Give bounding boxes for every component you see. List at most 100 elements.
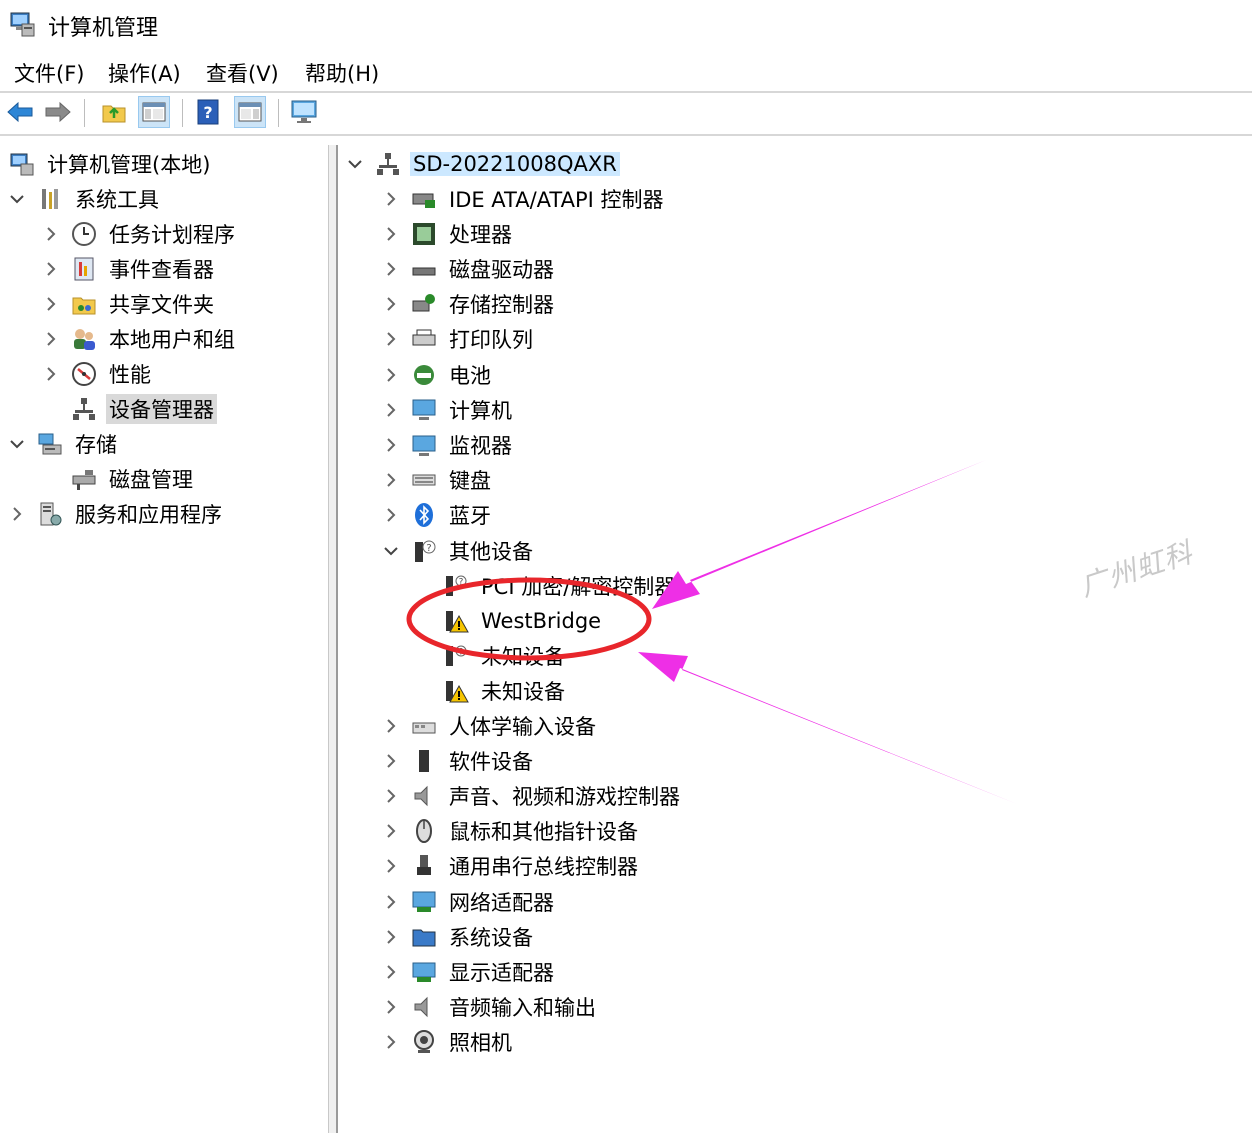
tree-item-task-scheduler[interactable]: 任务计划程序 bbox=[42, 218, 238, 250]
users-icon bbox=[70, 325, 98, 353]
chevron-right-icon[interactable] bbox=[42, 330, 60, 348]
device-category[interactable]: 人体学输入设备 bbox=[382, 710, 599, 742]
device-category[interactable]: 处理器 bbox=[382, 218, 515, 250]
device-category[interactable]: 软件设备 bbox=[382, 745, 536, 777]
forward-arrow-icon[interactable] bbox=[42, 96, 74, 128]
chevron-right-icon[interactable] bbox=[382, 330, 400, 348]
device-category-other[interactable]: ? 其他设备 bbox=[382, 535, 536, 567]
chevron-right-icon[interactable] bbox=[382, 752, 400, 770]
console-tree: 计算机管理(本地) 系统工具 任务计划程序 事件查看器 共享文件夹 本地用户和组… bbox=[0, 145, 328, 1133]
other-device-item[interactable]: ? 未知设备 bbox=[442, 640, 568, 672]
device-category[interactable]: 声音、视频和游戏控制器 bbox=[382, 780, 683, 812]
chevron-right-icon[interactable] bbox=[382, 893, 400, 911]
processor-icon bbox=[410, 220, 438, 248]
tree-item-device-manager[interactable]: 设备管理器 bbox=[70, 393, 217, 425]
chevron-right-icon[interactable] bbox=[382, 225, 400, 243]
chevron-right-icon[interactable] bbox=[42, 365, 60, 383]
device-tree-root[interactable]: SD-20221008QAXR bbox=[346, 148, 620, 180]
menu-action[interactable]: 操作(A) bbox=[108, 58, 181, 88]
other-device-item[interactable]: 未知设备 bbox=[442, 675, 568, 707]
chevron-right-icon[interactable] bbox=[382, 190, 400, 208]
chevron-down-icon[interactable] bbox=[382, 542, 400, 560]
device-category[interactable]: 系统设备 bbox=[382, 921, 536, 953]
tree-item-storage[interactable]: 存储 bbox=[8, 428, 120, 460]
other-device-item[interactable]: WestBridge bbox=[442, 605, 604, 637]
chevron-down-icon[interactable] bbox=[346, 155, 364, 173]
device-category[interactable]: 键盘 bbox=[382, 464, 494, 496]
tree-item-services-apps[interactable]: 服务和应用程序 bbox=[8, 498, 225, 530]
tree-item-performance[interactable]: 性能 bbox=[42, 358, 154, 390]
menu-help[interactable]: 帮助(H) bbox=[305, 58, 379, 88]
chevron-right-icon[interactable] bbox=[382, 928, 400, 946]
chevron-right-icon[interactable] bbox=[42, 260, 60, 278]
back-arrow-icon[interactable] bbox=[4, 96, 36, 128]
chevron-down-icon[interactable] bbox=[8, 190, 26, 208]
tree-item-disk-management[interactable]: 磁盘管理 bbox=[70, 463, 196, 495]
device-category[interactable]: 计算机 bbox=[382, 394, 515, 426]
svg-text:?: ? bbox=[203, 103, 212, 122]
menu-file[interactable]: 文件(F) bbox=[14, 58, 84, 88]
chevron-right-icon[interactable] bbox=[382, 436, 400, 454]
properties-pane-icon[interactable] bbox=[234, 96, 266, 128]
chevron-right-icon[interactable] bbox=[382, 822, 400, 840]
keyboard-icon bbox=[410, 466, 438, 494]
show-hide-tree-icon[interactable] bbox=[138, 96, 170, 128]
chevron-right-icon[interactable] bbox=[382, 401, 400, 419]
ide-controller-icon bbox=[410, 185, 438, 213]
device-category[interactable]: 通用串行总线控制器 bbox=[382, 850, 641, 882]
device-category[interactable]: 音频输入和输出 bbox=[382, 991, 599, 1023]
chevron-right-icon[interactable] bbox=[382, 857, 400, 875]
device-category[interactable]: 网络适配器 bbox=[382, 886, 557, 918]
tree-item-computer-management[interactable]: 计算机管理(本地) bbox=[8, 148, 213, 180]
warning-device-icon bbox=[442, 607, 470, 635]
chevron-right-icon[interactable] bbox=[382, 471, 400, 489]
help-icon[interactable]: ? bbox=[192, 96, 224, 128]
camera-icon bbox=[410, 1028, 438, 1056]
speaker-icon bbox=[410, 782, 438, 810]
tree-item-system-tools[interactable]: 系统工具 bbox=[8, 183, 162, 215]
audio-io-icon bbox=[410, 993, 438, 1021]
device-category[interactable]: 电池 bbox=[382, 359, 494, 391]
computer-management-icon bbox=[8, 9, 38, 43]
device-category[interactable]: 照相机 bbox=[382, 1026, 515, 1058]
system-devices-icon bbox=[410, 923, 438, 951]
device-category[interactable]: 显示适配器 bbox=[382, 956, 557, 988]
other-device-item[interactable]: ? PCI 加密/解密控制器 bbox=[442, 570, 678, 602]
chevron-down-icon[interactable] bbox=[8, 435, 26, 453]
computer-icon bbox=[410, 396, 438, 424]
chevron-right-icon[interactable] bbox=[382, 717, 400, 735]
chevron-right-icon[interactable] bbox=[42, 225, 60, 243]
chevron-right-icon[interactable] bbox=[382, 366, 400, 384]
chevron-right-icon[interactable] bbox=[382, 260, 400, 278]
chevron-right-icon[interactable] bbox=[8, 505, 26, 523]
device-category[interactable]: 打印队列 bbox=[382, 323, 536, 355]
device-category[interactable]: 蓝牙 bbox=[382, 499, 494, 531]
usb-icon bbox=[410, 852, 438, 880]
bluetooth-icon bbox=[410, 501, 438, 529]
device-category[interactable]: 监视器 bbox=[382, 429, 515, 461]
computer-icon bbox=[374, 150, 402, 178]
monitor-icon[interactable] bbox=[288, 96, 320, 128]
device-category[interactable]: 磁盘驱动器 bbox=[382, 253, 557, 285]
menu-view[interactable]: 查看(V) bbox=[206, 58, 279, 88]
tree-item-shared-folders[interactable]: 共享文件夹 bbox=[42, 288, 217, 320]
chevron-right-icon[interactable] bbox=[382, 506, 400, 524]
chevron-right-icon[interactable] bbox=[382, 787, 400, 805]
tree-item-local-users[interactable]: 本地用户和组 bbox=[42, 323, 238, 355]
chevron-right-icon[interactable] bbox=[382, 963, 400, 981]
device-category[interactable]: IDE ATA/ATAPI 控制器 bbox=[382, 183, 667, 215]
pane-splitter[interactable] bbox=[328, 145, 338, 1133]
device-category[interactable]: 存储控制器 bbox=[382, 288, 557, 320]
display-adapter-icon bbox=[410, 958, 438, 986]
shared-folder-icon bbox=[70, 290, 98, 318]
up-folder-icon[interactable] bbox=[98, 96, 130, 128]
chevron-right-icon[interactable] bbox=[382, 1033, 400, 1051]
chevron-right-icon[interactable] bbox=[382, 998, 400, 1016]
storage-controller-icon bbox=[410, 290, 438, 318]
chevron-right-icon[interactable] bbox=[382, 295, 400, 313]
device-category[interactable]: 鼠标和其他指针设备 bbox=[382, 815, 641, 847]
monitor-icon bbox=[410, 431, 438, 459]
device-manager-icon bbox=[70, 395, 98, 423]
tree-item-event-viewer[interactable]: 事件查看器 bbox=[42, 253, 217, 285]
chevron-right-icon[interactable] bbox=[42, 295, 60, 313]
